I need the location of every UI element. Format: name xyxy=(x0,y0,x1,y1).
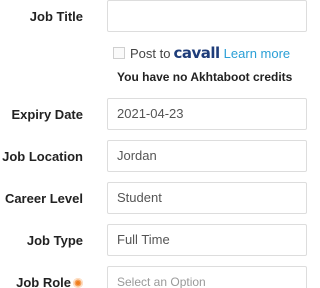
expiry-date-input[interactable]: 2021-04-23 xyxy=(107,98,307,130)
post-to-text: Post to xyxy=(130,46,171,61)
job-location-label: Job Location xyxy=(2,149,83,164)
expiry-date-row: Expiry Date 2021-04-23 xyxy=(0,98,307,132)
career-level-select[interactable]: Student xyxy=(107,182,307,214)
job-role-row: Job Role Select an Option xyxy=(0,266,307,288)
job-role-select[interactable]: Select an Option xyxy=(107,266,307,288)
credits-notice: You have no Akhtaboot credits xyxy=(117,70,293,84)
career-level-row: Career Level Student xyxy=(0,182,307,216)
cavall-logo: cavall xyxy=(173,44,220,62)
post-to-checkbox[interactable] xyxy=(113,47,125,59)
post-to-option: Post to cavall Learn more xyxy=(113,44,290,62)
job-location-select[interactable]: Jordan xyxy=(107,140,307,172)
job-type-select[interactable]: Full Time xyxy=(107,224,307,256)
job-type-label: Job Type xyxy=(26,233,83,248)
learn-more-link[interactable]: Learn more xyxy=(224,46,290,61)
expiry-date-label: Expiry Date xyxy=(11,107,83,122)
job-location-row: Job Location Jordan xyxy=(0,140,307,174)
job-title-input[interactable] xyxy=(107,0,307,32)
job-post-form: Job Title Post to cavall Learn more You ha… xyxy=(0,0,307,288)
job-type-row: Job Type Full Time xyxy=(0,224,307,258)
job-title-row: Job Title xyxy=(0,0,307,34)
job-title-label: Job Title xyxy=(29,9,83,24)
job-role-label: Job Role xyxy=(16,275,71,288)
career-level-label: Career Level xyxy=(4,191,83,206)
job-role-label-wrap: Job Role xyxy=(16,266,83,288)
required-dot-icon xyxy=(73,278,83,288)
